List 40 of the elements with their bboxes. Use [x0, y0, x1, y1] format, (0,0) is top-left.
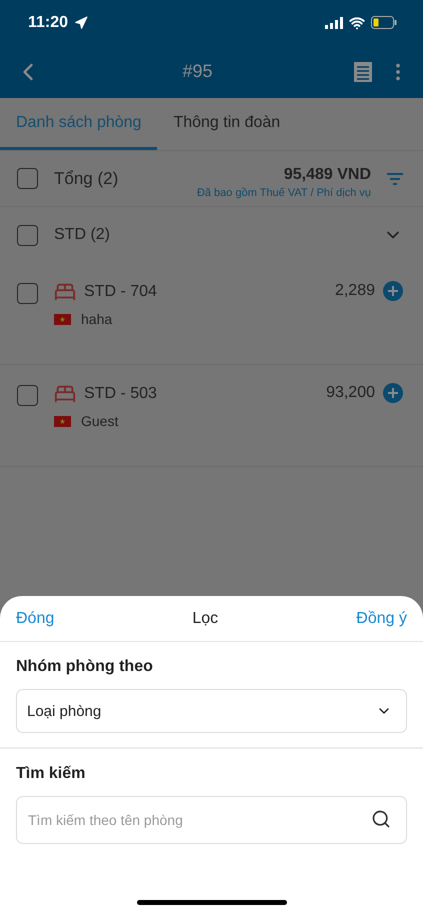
- add-button[interactable]: [383, 281, 403, 301]
- group-label: STD (2): [54, 226, 110, 244]
- bed-icon: [54, 281, 76, 303]
- plus-icon: [388, 388, 398, 398]
- guest-name: Guest: [81, 413, 118, 429]
- close-button[interactable]: Đóng: [16, 610, 54, 628]
- group-by-label: Nhóm phòng theo: [16, 658, 154, 676]
- search-label: Tìm kiếm: [16, 765, 86, 783]
- checkbox[interactable]: [17, 283, 38, 304]
- room-name: STD - 503: [84, 385, 157, 403]
- group-by-dropdown[interactable]: Loại phòng: [16, 689, 407, 733]
- guest-name: haha: [81, 311, 112, 327]
- tab[interactable]: Danh sách phòng: [0, 98, 158, 150]
- flag-icon: [54, 314, 71, 324]
- status-time: 11:20: [28, 14, 68, 32]
- receipt-icon[interactable]: [353, 60, 373, 82]
- total-amount: 95,489 VND: [284, 166, 371, 184]
- room-price: 93,200: [326, 384, 375, 402]
- search-field[interactable]: Tìm kiếm theo tên phòng: [16, 796, 407, 844]
- tab[interactable]: Thông tin đoàn: [157, 98, 296, 150]
- room-price: 2,289: [334, 282, 375, 300]
- wifi-icon: [349, 14, 365, 30]
- room-name: STD - 704: [84, 283, 157, 301]
- search-icon[interactable]: [371, 809, 391, 829]
- header-title: #95: [181, 61, 214, 82]
- signal-icon: [325, 16, 343, 28]
- total-label: Tổng (2): [54, 168, 118, 188]
- tax-note: Đã bao gồm Thuế VAT / Phí dịch vụ: [196, 187, 371, 199]
- checkbox[interactable]: [17, 385, 38, 406]
- filter-icon[interactable]: [387, 172, 403, 184]
- flag-icon: [54, 416, 71, 426]
- add-button[interactable]: [383, 383, 403, 403]
- checkbox[interactable]: [17, 168, 38, 189]
- sheet-title: Lọc: [192, 610, 218, 628]
- confirm-button[interactable]: Đồng ý: [356, 610, 407, 628]
- location-icon: [74, 16, 88, 30]
- battery-icon: [371, 16, 397, 29]
- bed-icon: [54, 383, 76, 405]
- plus-icon: [388, 286, 398, 296]
- checkbox[interactable]: [17, 224, 38, 246]
